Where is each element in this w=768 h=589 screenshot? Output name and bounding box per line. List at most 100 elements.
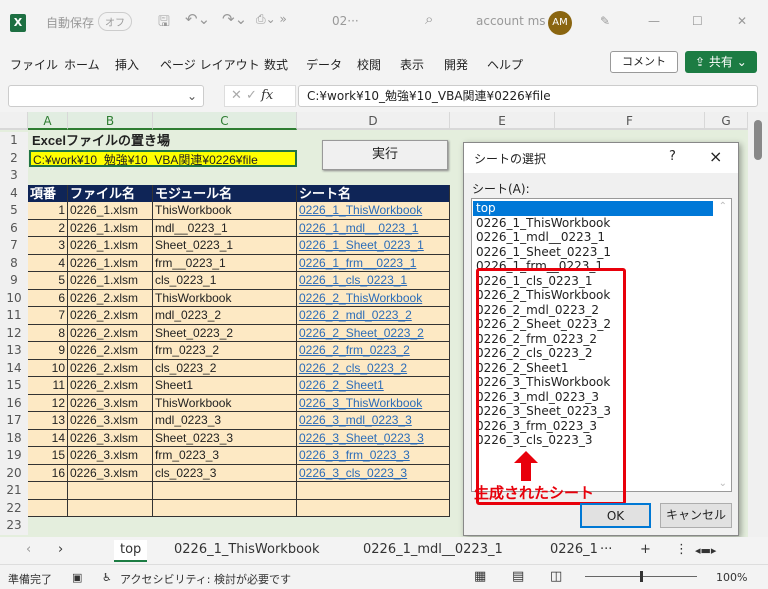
table-cell[interactable]: Sheet_0223_2 (153, 324, 297, 342)
filename[interactable]: 02··· (332, 14, 359, 28)
redo-icon[interactable]: ↷⌄ (222, 10, 247, 28)
sheet-list-item[interactable]: top (473, 201, 713, 216)
table-header[interactable]: ファイル名 (68, 184, 153, 202)
table-cell[interactable]: 0226_3.xlsm (68, 412, 153, 430)
zoom-slider[interactable] (585, 571, 697, 582)
run-button[interactable]: 実行 (322, 140, 448, 170)
row-header[interactable]: 16 (0, 394, 28, 412)
table-cell[interactable]: 0226_1.xlsm (68, 219, 153, 237)
table-cell[interactable]: mdl_0223_3 (153, 412, 297, 430)
sheet-list-item[interactable]: 0226_1_mdl__0223_1 (476, 230, 605, 245)
sheet-link-cell[interactable]: 0226_1_ThisWorkbook (297, 202, 450, 220)
row-header[interactable]: 13 (0, 342, 28, 360)
table-cell[interactable]: 13 (28, 412, 68, 430)
sheet-listbox[interactable]: top 0226_1_ThisWorkbook 0226_1_mdl__0223_1… (471, 198, 732, 505)
tab-sheet[interactable]: 0226_1_mdl__0223_1 (363, 542, 503, 557)
page-break-view-icon[interactable]: ◫ (550, 569, 562, 584)
table-cell[interactable]: 0226_1.xlsm (68, 237, 153, 255)
sheet-link-cell[interactable]: 0226_1_frm__0223_1 (297, 254, 450, 272)
avatar[interactable]: AM (548, 11, 572, 35)
table-cell[interactable]: 0226_3.xlsm (68, 429, 153, 447)
row-header[interactable]: 17 (0, 412, 28, 430)
path-cell[interactable]: C:¥work¥10_勉強¥10_VBA関連¥0226¥file (29, 149, 297, 167)
row-header[interactable]: 7 (0, 237, 28, 255)
table-cell[interactable] (153, 499, 297, 517)
cancel-button[interactable]: キャンセル (660, 503, 732, 528)
table-cell[interactable]: frm_0223_3 (153, 447, 297, 465)
table-cell[interactable]: 2 (28, 219, 68, 237)
options-icon[interactable]: ⋮ (675, 542, 688, 557)
table-cell[interactable]: 3 (28, 237, 68, 255)
sheet-link-cell[interactable]: 0226_2_Sheet_0223_2 (297, 324, 450, 342)
table-cell[interactable]: 7 (28, 307, 68, 325)
dialog-close-button[interactable]: × (709, 147, 722, 166)
add-sheet-button[interactable]: + (640, 542, 651, 557)
table-cell[interactable]: ThisWorkbook (153, 289, 297, 307)
sheet-link-cell[interactable]: 0226_3_cls_0223_3 (297, 464, 450, 482)
enter-icon[interactable]: ✓ (246, 88, 257, 103)
column-header[interactable]: A (28, 112, 68, 130)
row-header[interactable]: 23 (0, 517, 28, 535)
table-cell[interactable]: Sheet_0223_1 (153, 237, 297, 255)
share-button[interactable]: ⇪ 共有 ⌄ (685, 51, 757, 73)
select-all-corner[interactable] (0, 112, 28, 130)
menu-formulas[interactable]: 数式 (264, 56, 288, 73)
table-cell[interactable]: Sheet_0223_3 (153, 429, 297, 447)
row-header[interactable]: 21 (0, 482, 28, 500)
row-header[interactable]: 1 (0, 132, 28, 150)
sheet-link-cell[interactable]: 0226_2_ThisWorkbook (297, 289, 450, 307)
row-header[interactable]: 5 (0, 202, 28, 220)
row-header[interactable]: 22 (0, 499, 28, 517)
table-cell[interactable]: cls_0223_3 (153, 464, 297, 482)
row-header[interactable]: 9 (0, 272, 28, 290)
menu-developer[interactable]: 開発 (444, 56, 468, 73)
horizontal-scrollbar[interactable]: ◂▬▸ (695, 544, 716, 557)
normal-view-icon[interactable]: ▦ (474, 569, 486, 584)
table-cell[interactable]: 0226_1.xlsm (68, 254, 153, 272)
menu-insert[interactable]: 挿入 (115, 56, 139, 73)
row-header[interactable]: 2 (0, 149, 28, 167)
table-cell[interactable]: frm_0223_2 (153, 342, 297, 360)
table-cell[interactable] (68, 499, 153, 517)
table-cell[interactable]: 0226_2.xlsm (68, 359, 153, 377)
menu-file[interactable]: ファイル (10, 56, 58, 73)
sheet-link-cell[interactable]: 0226_1_mdl__0223_1 (297, 219, 450, 237)
row-header[interactable]: 3 (0, 167, 28, 185)
table-cell[interactable]: Sheet1 (153, 377, 297, 395)
table-cell[interactable]: 10 (28, 359, 68, 377)
table-cell[interactable]: 0226_3.xlsm (68, 464, 153, 482)
search-icon[interactable]: ⌕ (425, 10, 433, 28)
scroll-thumb[interactable] (754, 120, 762, 160)
row-header[interactable]: 10 (0, 289, 28, 307)
table-cell[interactable] (28, 499, 68, 517)
macro-record-icon[interactable]: ▣ (72, 571, 82, 584)
table-cell[interactable] (153, 482, 297, 500)
maximize-icon[interactable]: ☐ (692, 14, 703, 28)
zoom-level[interactable]: 100% (716, 571, 747, 584)
column-header[interactable]: B (68, 112, 153, 130)
row-header[interactable]: 19 (0, 447, 28, 465)
row-header[interactable]: 18 (0, 429, 28, 447)
row-header[interactable]: 15 (0, 377, 28, 395)
table-cell[interactable]: 0226_2.xlsm (68, 377, 153, 395)
column-header[interactable]: G (705, 112, 748, 130)
fx-icon[interactable]: fx (261, 88, 273, 103)
cancel-icon[interactable]: ✕ (231, 88, 242, 103)
accessibility-status[interactable]: アクセシビリティ: 検討が必要です (120, 571, 291, 587)
tab-sheet[interactable]: 0226_1 (550, 542, 598, 557)
sheet-list-item[interactable]: 0226_1_ThisWorkbook (476, 216, 610, 231)
name-box[interactable]: ⌄ (8, 85, 204, 107)
title-cell[interactable]: Excelファイルの置き場 (30, 132, 290, 150)
scroll-up-icon[interactable]: ⌃ (719, 201, 727, 212)
close-icon[interactable]: ✕ (737, 14, 747, 28)
row-header[interactable]: 6 (0, 219, 28, 237)
accessibility-icon[interactable]: ♿ (102, 571, 112, 584)
undo-icon[interactable]: ↶⌄ (185, 10, 210, 28)
table-cell[interactable]: 12 (28, 394, 68, 412)
table-cell[interactable] (28, 482, 68, 500)
tab-next-icon[interactable]: › (58, 542, 63, 557)
table-header[interactable]: モジュール名 (153, 184, 297, 202)
help-button[interactable]: ? (669, 149, 676, 164)
table-cell[interactable]: 11 (28, 377, 68, 395)
table-cell[interactable]: 15 (28, 447, 68, 465)
